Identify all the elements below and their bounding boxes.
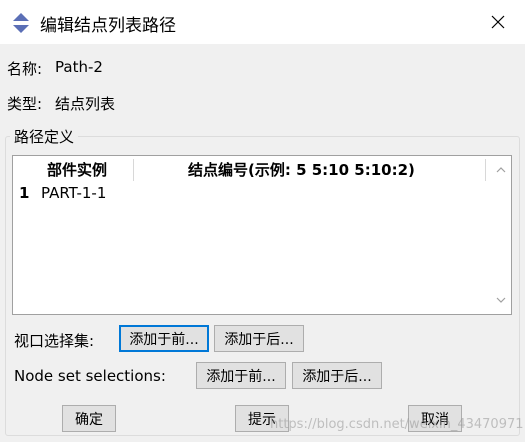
vertical-scrollbar[interactable] — [491, 156, 511, 314]
close-button[interactable] — [480, 6, 516, 38]
column-divider[interactable] — [485, 159, 486, 181]
path-definition-title: 路径定义 — [10, 126, 79, 147]
column-divider[interactable] — [133, 159, 134, 181]
column-header-part-instance[interactable]: 部件实例 — [47, 159, 107, 180]
name-label: 名称: — [7, 60, 43, 78]
node-set-selections-label: Node set selections: — [14, 367, 166, 385]
window-title: 编辑结点列表路径 — [40, 16, 176, 36]
table-header: 部件实例 结点编号(示例: 5 5:10 5:10:2) — [13, 156, 491, 182]
row-index: 1 — [19, 184, 30, 202]
viewport-add-before-button[interactable]: 添加于前... — [119, 325, 209, 352]
node-list-table[interactable]: 部件实例 结点编号(示例: 5 5:10 5:10:2) 1 PART-1-1 — [12, 155, 512, 315]
scroll-down-arrow-icon[interactable] — [496, 296, 506, 304]
name-value: Path-2 — [55, 58, 103, 76]
node-set-add-after-button[interactable]: 添加于后... — [292, 362, 382, 389]
type-label: 类型: — [7, 95, 43, 113]
dialog-body: 名称: Path-2 类型: 结点列表 路径定义 部件实例 结点编号(示例: 5… — [0, 44, 525, 442]
close-icon — [491, 15, 505, 29]
watermark: https://blog.csdn.net/weixin_43470971 — [270, 417, 524, 432]
node-set-add-before-button[interactable]: 添加于前... — [196, 362, 286, 389]
type-value: 结点列表 — [55, 95, 116, 113]
part-instance-cell[interactable]: PART-1-1 — [41, 184, 106, 202]
column-header-node-labels[interactable]: 结点编号(示例: 5 5:10 5:10:2) — [188, 159, 415, 180]
scroll-up-arrow-icon[interactable] — [496, 166, 506, 174]
ok-button[interactable]: 确定 — [62, 405, 116, 432]
viewport-selection-label: 视口选择集: — [14, 332, 95, 350]
title-bar: 编辑结点列表路径 — [0, 0, 525, 44]
abaqus-logo-icon — [11, 13, 31, 33]
viewport-add-after-button[interactable]: 添加于后... — [214, 325, 304, 352]
